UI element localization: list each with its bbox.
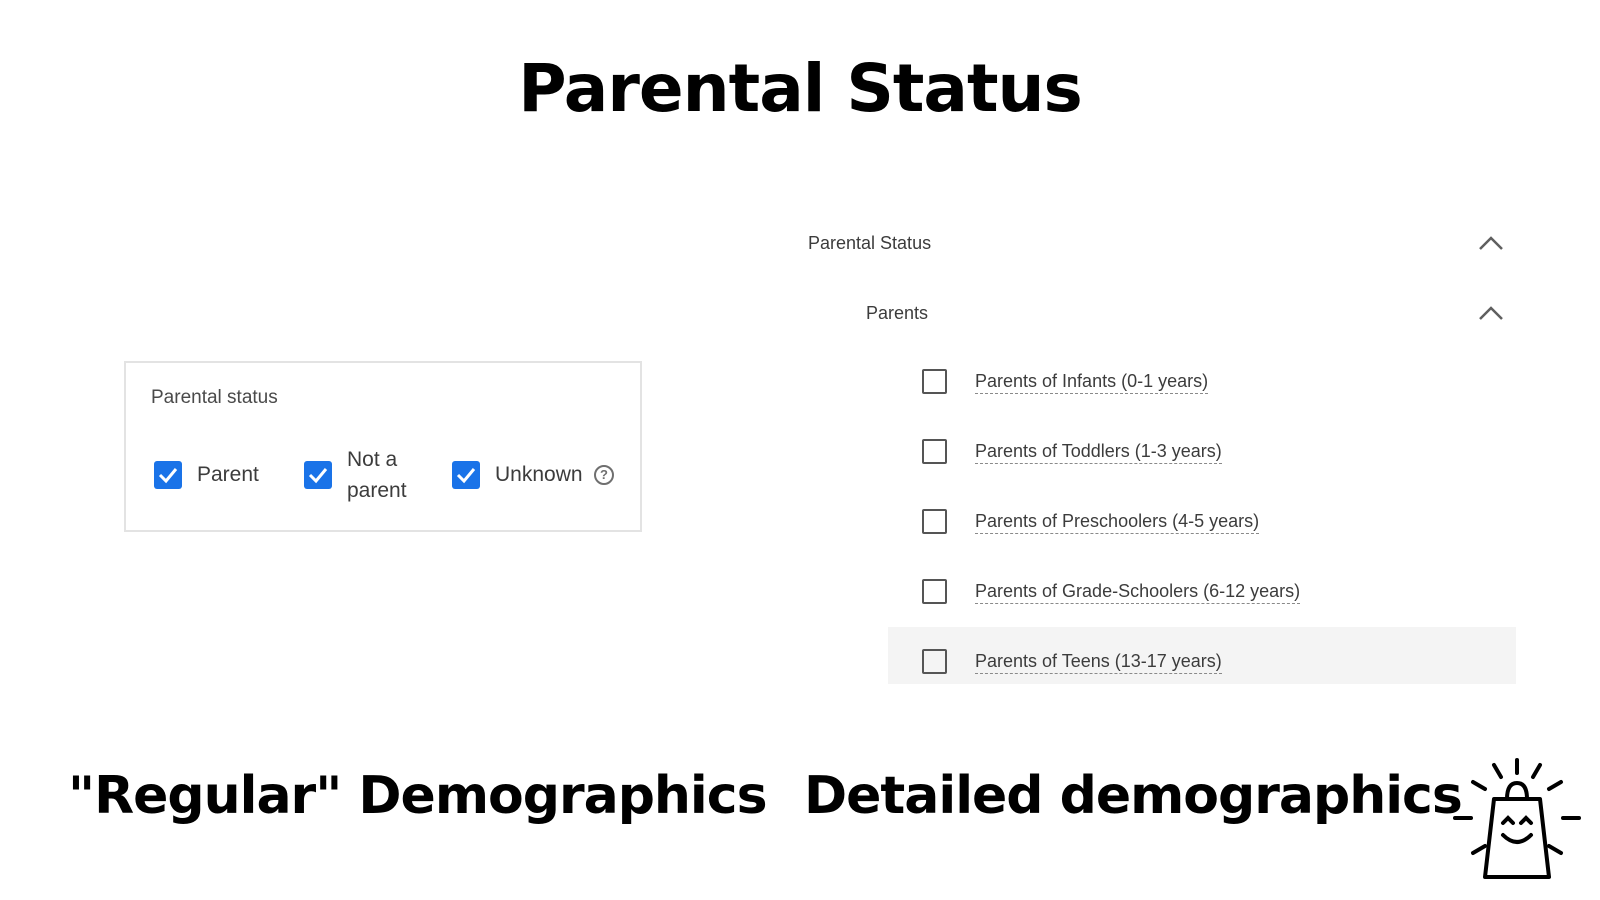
unknown-label[interactable]: Unknown xyxy=(495,459,583,490)
chevron-up-icon[interactable] xyxy=(1478,235,1504,251)
checkmark-icon xyxy=(308,468,328,484)
chevron-up-icon[interactable] xyxy=(1478,305,1504,321)
page-title: Parental Status xyxy=(518,50,1083,127)
unknown-checkbox[interactable] xyxy=(452,461,480,489)
panel-title: Parental status xyxy=(151,387,278,408)
grade-schoolers-label[interactable]: Parents of Grade-Schoolers (6-12 years) xyxy=(975,580,1301,604)
shopping-bag-logo-icon xyxy=(1453,758,1581,879)
not-a-parent-checkbox[interactable] xyxy=(304,461,332,489)
teens-checkbox[interactable] xyxy=(922,649,947,674)
tree-header-parental-status[interactable]: Parental Status xyxy=(808,233,931,254)
toddlers-label[interactable]: Parents of Toddlers (1-3 years) xyxy=(975,440,1222,464)
checkmark-icon xyxy=(158,468,178,484)
tree-subheader-parents[interactable]: Parents xyxy=(866,303,928,324)
preschoolers-checkbox[interactable] xyxy=(922,509,947,534)
parent-label[interactable]: Parent xyxy=(197,459,259,490)
teens-label[interactable]: Parents of Teens (13-17 years) xyxy=(975,650,1222,674)
grade-schoolers-checkbox[interactable] xyxy=(922,579,947,604)
infants-checkbox[interactable] xyxy=(922,369,947,394)
parental-status-panel: Parental status Parent Not a parent Unkn… xyxy=(124,361,642,532)
regular-demographics-caption: "Regular" Demographics xyxy=(68,766,768,826)
checkmark-icon xyxy=(456,468,476,484)
infants-label[interactable]: Parents of Infants (0-1 years) xyxy=(975,370,1209,394)
detailed-demographics-caption: Detailed demographics xyxy=(804,766,1463,826)
not-a-parent-label[interactable]: Not a parent xyxy=(347,444,407,506)
parent-checkbox[interactable] xyxy=(154,461,182,489)
preschoolers-label[interactable]: Parents of Preschoolers (4-5 years) xyxy=(975,510,1260,534)
help-icon[interactable]: ? xyxy=(594,465,614,485)
toddlers-checkbox[interactable] xyxy=(922,439,947,464)
